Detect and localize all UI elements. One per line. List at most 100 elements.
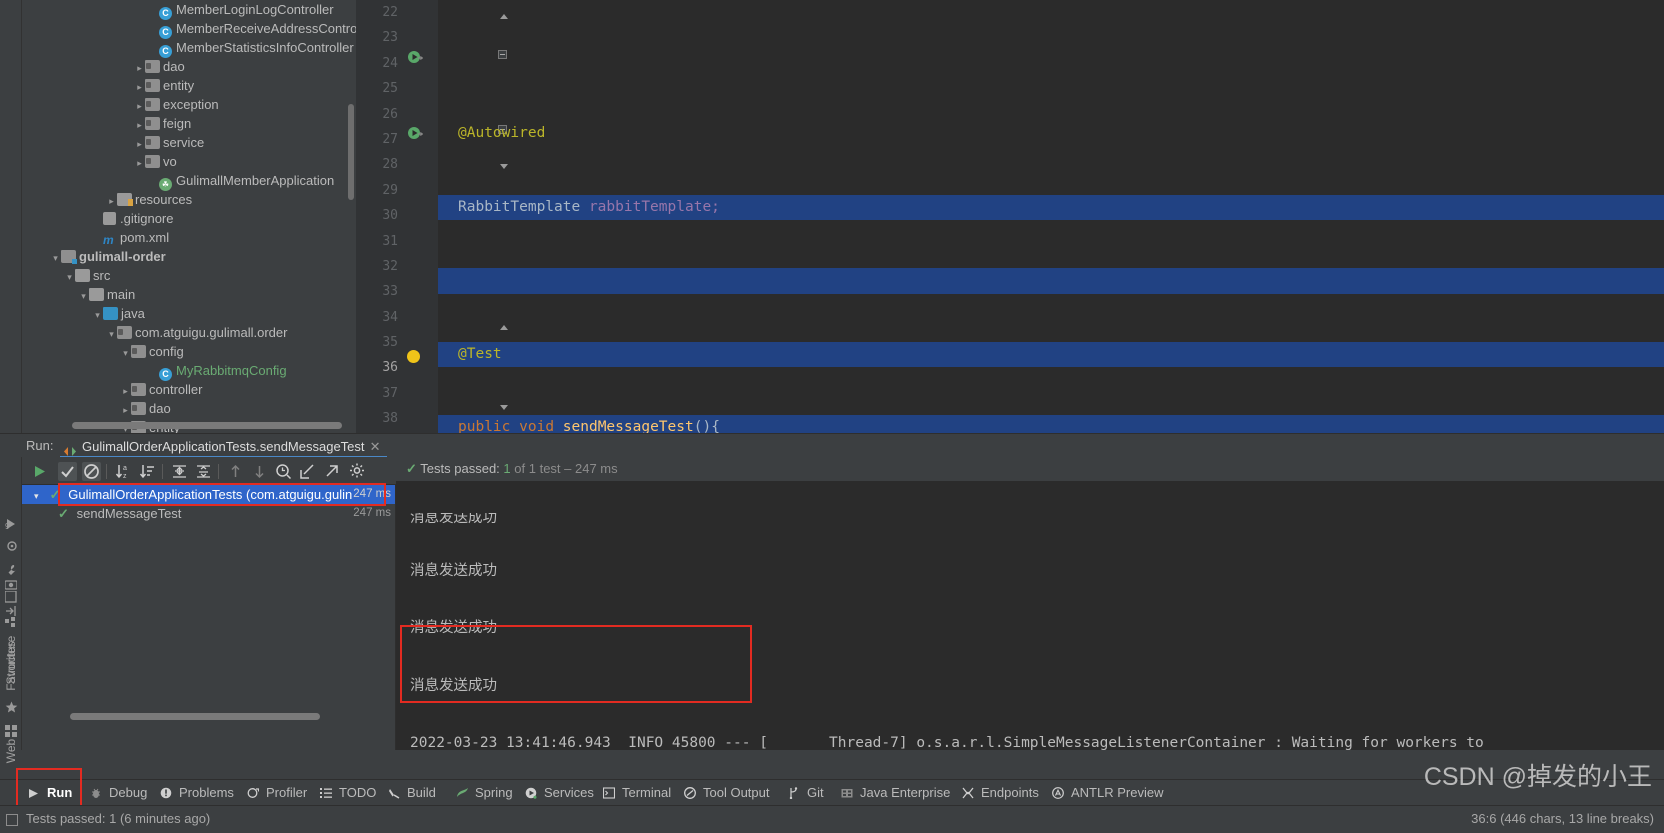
- test-tree-hscrollbar[interactable]: [70, 713, 320, 720]
- project-tree-item[interactable]: ▸ vo: [22, 152, 356, 171]
- wrench-icon[interactable]: [5, 563, 18, 576]
- collapse-all-button[interactable]: [194, 462, 213, 481]
- tool-window-run[interactable]: Run: [28, 780, 72, 806]
- project-tree-item[interactable]: ▸ feign: [22, 114, 356, 133]
- keyword-public: public: [458, 418, 511, 433]
- tool-window-bar[interactable]: Run Debug Problems Profiler TODO Build S…: [0, 768, 1664, 808]
- tool-window-todo[interactable]: TODO: [320, 780, 376, 806]
- project-tree-item[interactable]: C MemberReceiveAddressContro: [22, 19, 356, 39]
- tool-window-tool-output[interactable]: Tool Output: [684, 780, 770, 806]
- tool-window-endpoints[interactable]: Endpoints: [962, 780, 1039, 806]
- sort-alphabetically-button[interactable]: az: [114, 462, 133, 481]
- project-tree-item[interactable]: ▸ entity: [22, 76, 356, 95]
- tool-window-terminal[interactable]: Terminal: [602, 780, 671, 806]
- export-results-button[interactable]: [322, 462, 341, 481]
- project-tree-item[interactable]: ☘ GulimallMemberApplication: [22, 171, 356, 191]
- project-tree-hscrollbar[interactable]: [72, 422, 342, 429]
- code-lines[interactable]: @Autowired RabbitTemplate rabbitTemplate…: [438, 0, 1664, 433]
- project-tree-item[interactable]: ▾ java: [22, 304, 356, 323]
- rerun-button[interactable]: [30, 462, 49, 481]
- sidebar-item-web[interactable]: Web: [4, 722, 18, 780]
- check-icon: ✓: [406, 461, 417, 476]
- editor-gutter-marks[interactable]: [404, 0, 426, 433]
- project-tree-item[interactable]: ▸ dao: [22, 399, 356, 418]
- intention-bulb-icon[interactable]: [407, 350, 420, 363]
- project-tree-item[interactable]: ▾ main: [22, 285, 356, 304]
- structure-square-icon[interactable]: [4, 590, 18, 604]
- project-tree-item[interactable]: .gitignore: [22, 209, 356, 228]
- run-test-method-icon[interactable]: [407, 125, 424, 144]
- editor-gutter[interactable]: 22 23 24 25 26 27 28 29 30 31 32 33 34 3…: [356, 0, 404, 433]
- console-text[interactable]: 消息发送成功 消息发送成功 消息发送成功 消息发送成功 2022-03-23 1…: [396, 481, 1664, 750]
- package-icon: [131, 383, 146, 396]
- show-passed-toggle[interactable]: [58, 462, 77, 481]
- project-tree-item[interactable]: C MemberStatisticsInfoController: [22, 38, 356, 58]
- tool-window-problems[interactable]: Problems: [160, 780, 234, 806]
- project-tree-item-label: feign: [163, 116, 192, 131]
- project-tree-item[interactable]: ▸ service: [22, 133, 356, 152]
- project-tree-item[interactable]: ▸ dao: [22, 57, 356, 76]
- field-rabbittemplate: rabbitTemplate;: [588, 198, 720, 215]
- settings-button[interactable]: [348, 462, 367, 481]
- tool-window-label: TODO: [339, 785, 377, 800]
- tool-window-build[interactable]: Build: [388, 780, 436, 806]
- structure-icon: [5, 617, 18, 630]
- build-icon: [388, 782, 402, 799]
- test-tree-row-class[interactable]: ▾ ✓ GulimallOrderApplicationTests (com.a…: [22, 485, 395, 504]
- project-tree-item-label: exception: [163, 97, 219, 112]
- project-tree-scrollbar[interactable]: [348, 104, 354, 200]
- project-tree[interactable]: C MemberLoginLogController C MemberReceiveA…: [22, 0, 356, 433]
- debug-small-icon[interactable]: [5, 539, 18, 552]
- run-toolbar[interactable]: az: [22, 457, 396, 485]
- prev-failed-button[interactable]: [226, 462, 245, 481]
- code-line: @Autowired: [438, 121, 1664, 146]
- tool-window-antlr-preview[interactable]: ANTLR Preview: [1052, 780, 1163, 806]
- expand-all-button[interactable]: [170, 462, 189, 481]
- test-results-tree[interactable]: ▾ ✓ GulimallOrderApplicationTests (com.a…: [22, 483, 396, 750]
- run-tab[interactable]: GulimallOrderApplicationTests.sendMessag…: [60, 435, 387, 458]
- camera-icon[interactable]: [4, 579, 18, 592]
- project-tree-item-label: main: [107, 287, 136, 302]
- line-number: 35: [382, 335, 398, 351]
- tool-window-profiler[interactable]: Profiler: [247, 780, 307, 806]
- maven-icon: m: [103, 233, 114, 247]
- show-ignored-toggle[interactable]: [82, 462, 101, 481]
- tool-window-debug[interactable]: Debug: [90, 780, 147, 806]
- project-tree-item[interactable]: ▾ gulimall-order: [22, 247, 356, 266]
- project-tree-item[interactable]: m pom.xml: [22, 228, 356, 247]
- project-tree-item[interactable]: ▸ controller: [22, 380, 356, 399]
- project-tree-item[interactable]: ▸ resources: [22, 190, 356, 209]
- code-editor[interactable]: 22 23 24 25 26 27 28 29 30 31 32 33 34 3…: [356, 0, 1664, 433]
- editor-fold-column[interactable]: [426, 0, 508, 433]
- arrow-in-icon[interactable]: [5, 605, 18, 618]
- project-tree-item[interactable]: C MyRabbitmqConfig: [22, 361, 356, 381]
- run-header: Run: GulimallOrderApplicationTests.sendM…: [0, 433, 1664, 458]
- sidebar-item-favorites[interactable]: Favorites: [4, 637, 18, 695]
- tool-window-label: Profiler: [266, 785, 308, 800]
- next-failed-button[interactable]: [250, 462, 269, 481]
- console-line: 2022-03-23 13:41:46.943 INFO 45800 --- […: [410, 735, 1484, 750]
- line-number: 26: [382, 106, 398, 122]
- resources-folder-icon: [117, 193, 133, 206]
- import-results-button[interactable]: [298, 462, 317, 481]
- project-tree-item[interactable]: C MemberLoginLogController: [22, 0, 356, 20]
- project-tree-item[interactable]: ▾ src: [22, 266, 356, 285]
- project-tree-item[interactable]: ▾ config: [22, 342, 356, 361]
- tool-window-spring[interactable]: Spring: [456, 780, 513, 806]
- console-output[interactable]: ✓ Tests passed: 1 of 1 test – 247 ms 消息发…: [396, 457, 1664, 750]
- sort-by-duration-button[interactable]: [138, 462, 157, 481]
- keyword-void: void: [519, 418, 555, 433]
- tool-window-git[interactable]: Git: [788, 780, 824, 806]
- project-tree-item[interactable]: ▾ com.atguigu.gulimall.order: [22, 323, 356, 342]
- rerun-small-icon[interactable]: 9: [5, 517, 18, 531]
- run-tool-window: Run: GulimallOrderApplicationTests.sendM…: [0, 433, 1664, 763]
- tool-window-java-enterprise[interactable]: Java Enterprise: [841, 780, 950, 806]
- left-tool-strip-top: [0, 0, 22, 433]
- close-icon[interactable]: ✕: [370, 435, 381, 458]
- run-test-class-icon[interactable]: [407, 49, 424, 68]
- tool-window-services[interactable]: Services: [525, 780, 594, 806]
- test-tree-row-method[interactable]: ✓ sendMessageTest 247 ms: [22, 504, 395, 523]
- star-icon[interactable]: [5, 701, 18, 714]
- track-running-test-button[interactable]: [274, 462, 293, 481]
- project-tree-item[interactable]: ▸ exception: [22, 95, 356, 114]
